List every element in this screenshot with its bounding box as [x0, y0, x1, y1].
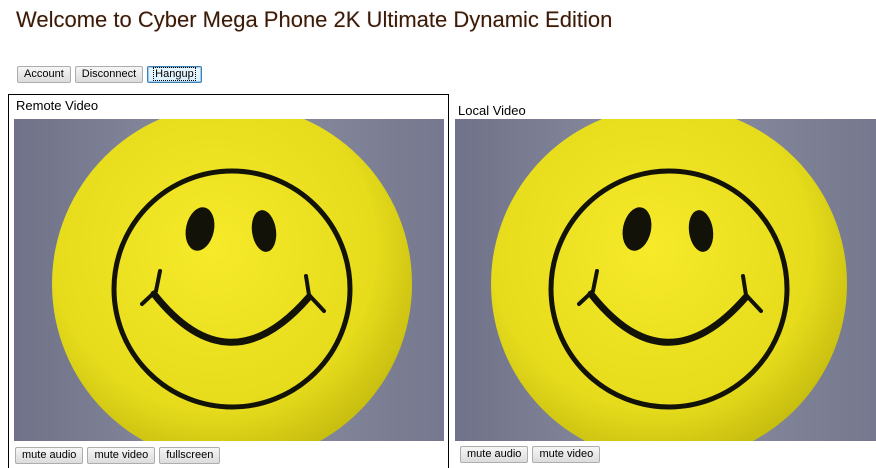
remote-video-controls: mute audio mute video fullscreen: [15, 447, 221, 464]
toolbar: Account Disconnect Hangup: [17, 66, 202, 83]
hangup-button-label: Hangup: [153, 67, 196, 81]
local-video-panel: Local Video mute audio mute video: [455, 100, 876, 468]
remote-video[interactable]: [14, 119, 444, 441]
local-video-label: Local Video: [458, 103, 526, 118]
page-title: Welcome to Cyber Mega Phone 2K Ultimate …: [16, 7, 613, 32]
remote-fullscreen-button[interactable]: fullscreen: [159, 447, 221, 464]
remote-mute-video-button[interactable]: mute video: [87, 447, 156, 464]
hangup-button[interactable]: Hangup: [147, 66, 202, 83]
local-video[interactable]: [455, 119, 876, 441]
remote-video-frame: [14, 119, 444, 441]
local-mute-video-button[interactable]: mute video: [532, 446, 601, 463]
local-video-frame: [455, 119, 876, 441]
local-mute-audio-button[interactable]: mute audio: [460, 446, 529, 463]
account-button[interactable]: Account: [17, 66, 71, 83]
remote-video-label: Remote Video: [16, 98, 99, 113]
local-video-controls: mute audio mute video: [460, 446, 601, 463]
remote-mute-audio-button[interactable]: mute audio: [15, 447, 84, 464]
remote-video-panel: Remote Video mute audio mute video fulls…: [8, 94, 449, 468]
disconnect-button[interactable]: Disconnect: [74, 66, 144, 83]
